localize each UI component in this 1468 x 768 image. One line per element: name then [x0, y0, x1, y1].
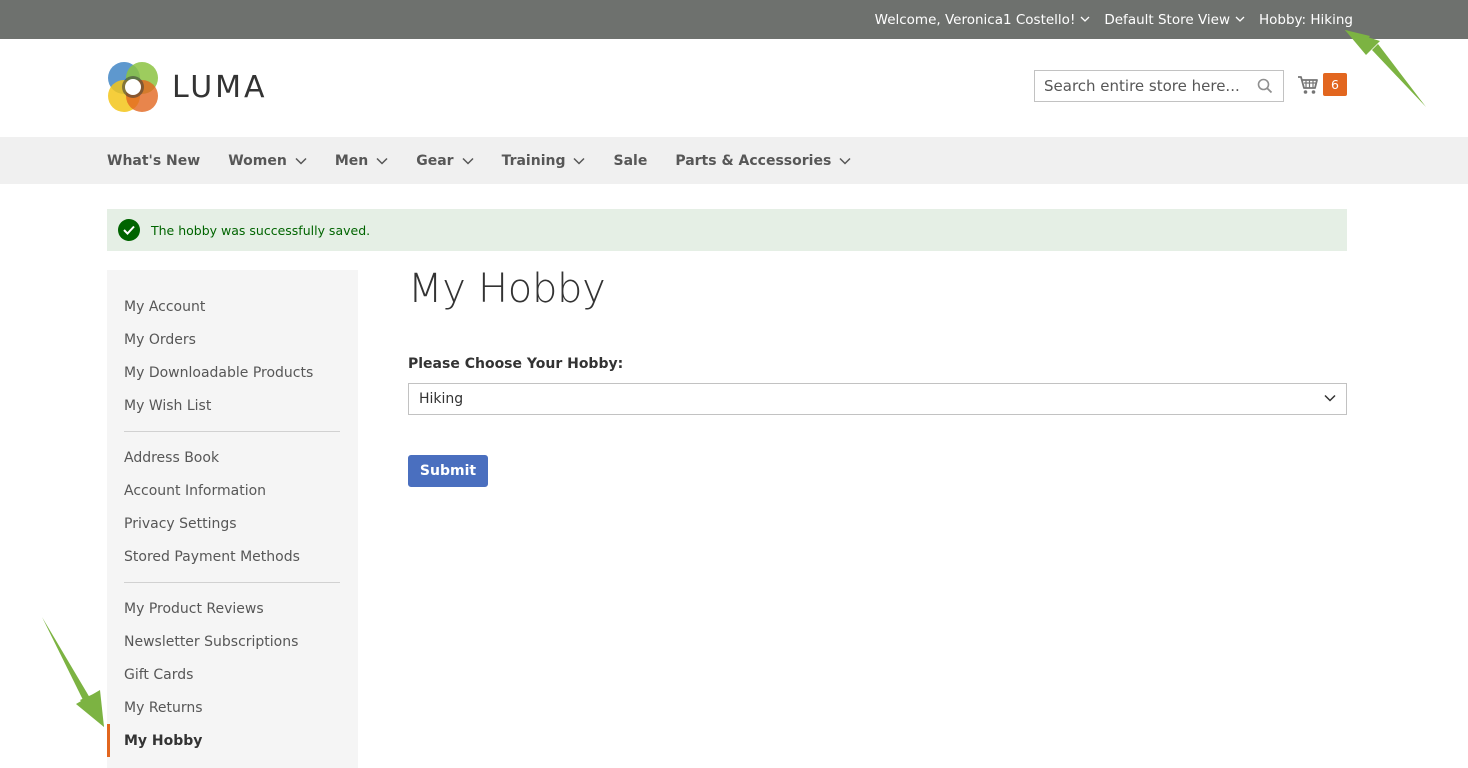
- nav-item-gear[interactable]: Gear: [416, 152, 474, 169]
- nav-item-label: Training: [501, 152, 566, 169]
- cart-icon: [1298, 75, 1318, 94]
- nav-item-label: Women: [228, 152, 287, 169]
- sidebar-item-gift-cards[interactable]: Gift Cards: [107, 658, 358, 691]
- nav-item-label: Parts & Accessories: [675, 152, 832, 169]
- logo-icon: [108, 62, 158, 112]
- logo-text: LUMA: [172, 69, 268, 105]
- search-input[interactable]: [1035, 71, 1245, 101]
- luma-logo[interactable]: LUMA: [107, 61, 268, 113]
- sidebar-item-my-returns[interactable]: My Returns: [107, 691, 358, 724]
- sidebar-divider: [124, 431, 340, 432]
- nav-item-training[interactable]: Training: [502, 153, 586, 169]
- sidebar-item-my-wish-list[interactable]: My Wish List: [107, 389, 358, 422]
- account-nav-list: My Account My Orders My Downloadable Produ…: [107, 270, 358, 757]
- chevron-down-icon: [1080, 16, 1090, 22]
- chevron-down-icon: [1324, 394, 1336, 402]
- sidebar-divider: [124, 582, 340, 583]
- store-view-switcher[interactable]: Default Store View: [1104, 12, 1245, 28]
- checkmark-icon: [118, 219, 140, 241]
- success-message: The hobby was successfully saved.: [107, 209, 1347, 251]
- chevron-down-icon: [376, 157, 388, 165]
- search-icon[interactable]: [1257, 78, 1273, 94]
- chevron-down-icon: [573, 157, 586, 165]
- sidebar-item-privacy-settings[interactable]: Privacy Settings: [107, 507, 358, 540]
- nav-item-what-s-new[interactable]: What's New: [107, 153, 200, 169]
- annotation-arrow-bottom: [42, 617, 104, 727]
- nav-item-label: Men: [334, 152, 369, 169]
- nav-item-parts-and-accessories[interactable]: Parts & Accessories: [675, 153, 851, 169]
- chevron-down-icon: [295, 157, 307, 165]
- minicart[interactable]: 6: [1297, 73, 1347, 96]
- sidebar-item-my-product-reviews[interactable]: My Product Reviews: [107, 592, 358, 625]
- account-sidebar: My Account My Orders My Downloadable Produ…: [107, 270, 358, 768]
- customer-welcome-menu[interactable]: Welcome, Veronica1 Costello!: [875, 12, 1091, 28]
- message-text: The hobby was successfully saved.: [151, 222, 371, 238]
- chevron-down-icon: [839, 157, 851, 165]
- nav-item-label: Sale: [613, 152, 648, 169]
- sidebar-item-my-account[interactable]: My Account: [107, 290, 358, 323]
- nav-items: What's New Women Men Gear Training Sale Parts …: [107, 137, 879, 184]
- chevron-down-icon: [462, 157, 474, 165]
- nav-item-label: What's New: [107, 152, 201, 169]
- sidebar-item-stored-payment-methods[interactable]: Stored Payment Methods: [107, 540, 358, 573]
- hobby-select-value: Hiking: [419, 391, 464, 407]
- cart-count-badge: 6: [1323, 73, 1347, 96]
- main-navigation: What's New Women Men Gear Training Sale Parts …: [0, 137, 1468, 184]
- top-links: Welcome, Veronica1 Costello! Default Sto…: [875, 0, 1353, 39]
- sidebar-item-my-hobby[interactable]: My Hobby: [107, 724, 358, 757]
- sidebar-item-my-orders[interactable]: My Orders: [107, 323, 358, 356]
- store-view-label: Default Store View: [1104, 11, 1230, 28]
- welcome-text: Welcome, Veronica1 Costello!: [874, 11, 1076, 28]
- submit-button[interactable]: Submit: [408, 455, 488, 487]
- top-panel: Welcome, Veronica1 Costello! Default Sto…: [0, 0, 1468, 39]
- sidebar-item-newsletter-subscriptions[interactable]: Newsletter Subscriptions: [107, 625, 358, 658]
- sidebar-item-address-book[interactable]: Address Book: [107, 441, 358, 474]
- nav-item-sale[interactable]: Sale: [613, 153, 647, 169]
- hobby-field-label: Please Choose Your Hobby:: [408, 356, 624, 372]
- annotation-arrow-top: [1345, 30, 1426, 107]
- sidebar-item-account-information[interactable]: Account Information: [107, 474, 358, 507]
- hobby-select[interactable]: Hiking: [408, 383, 1347, 415]
- nav-item-label: Gear: [416, 152, 454, 169]
- nav-item-men[interactable]: Men: [335, 153, 388, 169]
- hobby-link[interactable]: Hobby: Hiking: [1259, 12, 1353, 28]
- chevron-down-icon: [1235, 16, 1245, 22]
- search-box: [1034, 70, 1284, 102]
- page-title: My Hobby: [408, 266, 606, 312]
- sidebar-item-my-downloadable-products[interactable]: My Downloadable Products: [107, 356, 358, 389]
- nav-item-women[interactable]: Women: [228, 153, 307, 169]
